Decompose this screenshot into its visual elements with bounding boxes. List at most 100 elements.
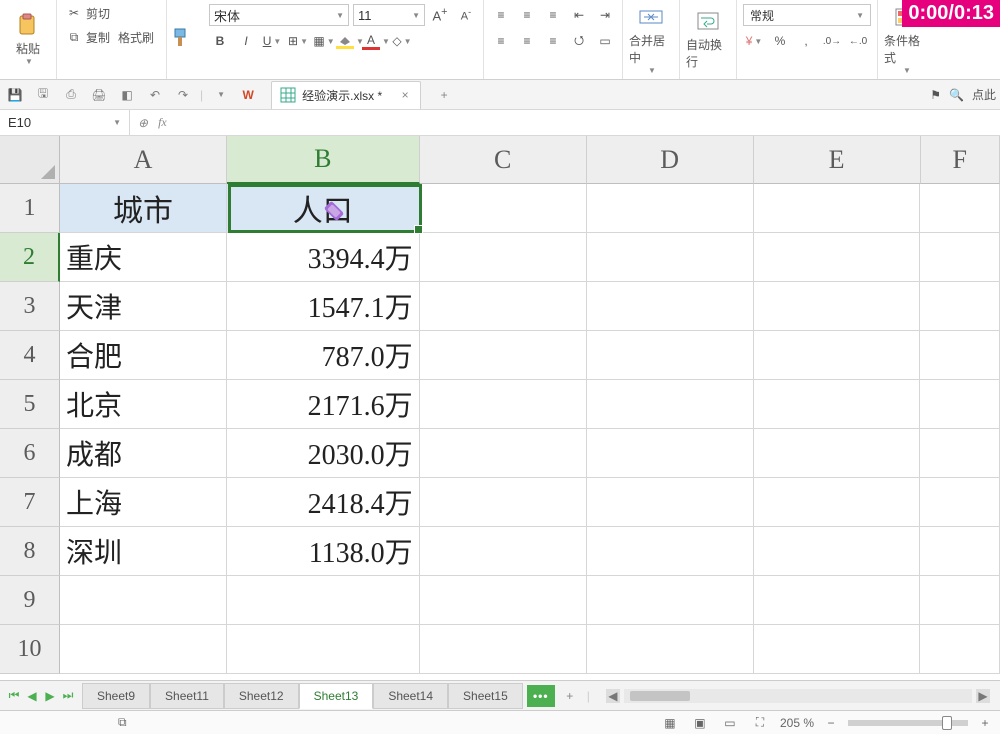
cell-D3[interactable] xyxy=(587,282,754,331)
cell-C2[interactable] xyxy=(420,233,587,282)
cell-D8[interactable] xyxy=(587,527,754,576)
cell-E5[interactable] xyxy=(754,380,921,429)
italic-button[interactable]: I xyxy=(235,30,257,52)
column-header-F[interactable]: F xyxy=(921,136,1000,184)
cell-B7[interactable]: 2418.4万 xyxy=(227,478,420,527)
name-box[interactable]: E10 ▼ xyxy=(0,110,130,135)
align-top-button[interactable]: ≡ xyxy=(490,4,512,26)
cell-F5[interactable] xyxy=(920,380,1000,429)
column-header-A[interactable]: A xyxy=(60,136,227,184)
scroll-thumb[interactable] xyxy=(630,691,690,701)
cell-C6[interactable] xyxy=(420,429,587,478)
cell-C9[interactable] xyxy=(420,576,587,625)
column-header-D[interactable]: D xyxy=(587,136,754,184)
horizontal-scrollbar[interactable]: ◀ ▶ xyxy=(606,687,990,705)
scroll-left-button[interactable]: ◀ xyxy=(606,689,620,703)
align-bottom-button[interactable]: ≡ xyxy=(542,4,564,26)
row-header-5[interactable]: 5 xyxy=(0,380,60,429)
fx-icon[interactable]: fx xyxy=(158,115,167,130)
number-format-select[interactable]: 常规 ▼ xyxy=(743,4,871,26)
cell-B8[interactable]: 1138.0万 xyxy=(227,527,420,576)
cell-E6[interactable] xyxy=(754,429,921,478)
copy-button[interactable]: ⧉ 复制 xyxy=(63,26,112,48)
sheet-add-button[interactable]: + xyxy=(559,685,581,707)
font-size-select[interactable]: 11 ▼ xyxy=(353,4,425,26)
cell-B3[interactable]: 1547.1万 xyxy=(227,282,420,331)
cell-D9[interactable] xyxy=(587,576,754,625)
sheet-nav-first[interactable]: ⏮ xyxy=(6,688,22,704)
increase-decimal-button[interactable]: .0→ xyxy=(821,30,843,52)
cell-E9[interactable] xyxy=(754,576,921,625)
column-header-E[interactable]: E xyxy=(754,136,921,184)
zoom-slider[interactable] xyxy=(848,720,968,726)
print-preview-button[interactable]: ◧ xyxy=(116,84,138,106)
cell-B10[interactable] xyxy=(227,625,420,674)
cell-A4[interactable]: 合肥 xyxy=(60,331,227,380)
cell-E8[interactable] xyxy=(754,527,921,576)
zoom-in-button[interactable]: + xyxy=(978,716,992,730)
export-pdf-button[interactable]: ⎙ xyxy=(60,84,82,106)
cell-F6[interactable] xyxy=(920,429,1000,478)
align-right-button[interactable]: ≡ xyxy=(542,30,564,52)
cell-F10[interactable] xyxy=(920,625,1000,674)
save-button[interactable]: 💾 xyxy=(4,84,26,106)
cell-C10[interactable] xyxy=(420,625,587,674)
cell-F4[interactable] xyxy=(920,331,1000,380)
settings-icon[interactable]: ⚑ xyxy=(930,88,941,102)
currency-button[interactable]: ¥▼ xyxy=(743,30,765,52)
sheet-nav-last[interactable]: ⏭ xyxy=(60,688,76,704)
view-page-button[interactable]: ▣ xyxy=(690,714,710,732)
cell-F2[interactable] xyxy=(920,233,1000,282)
column-header-B[interactable]: B xyxy=(227,136,420,184)
fill-color-button[interactable]: ▼ xyxy=(339,30,361,52)
cell-B9[interactable] xyxy=(227,576,420,625)
decrease-decimal-button[interactable]: ←.0 xyxy=(847,30,869,52)
view-reading-button[interactable]: ▭ xyxy=(720,714,740,732)
align-middle-button[interactable]: ≡ xyxy=(516,4,538,26)
border-button[interactable]: ⊞▼ xyxy=(287,30,309,52)
percent-button[interactable]: % xyxy=(769,30,791,52)
orientation-button[interactable]: ⭯ xyxy=(568,30,590,52)
func-wizard-icon[interactable]: ⊕ xyxy=(138,116,148,130)
row-header-3[interactable]: 3 xyxy=(0,282,60,331)
cell-B2[interactable]: 3394.4万 xyxy=(227,233,420,282)
cell-B1[interactable]: 人口 xyxy=(227,184,420,233)
cell-E4[interactable] xyxy=(754,331,921,380)
indent-increase-button[interactable]: ⇥ xyxy=(594,4,616,26)
cell-A2[interactable]: 重庆 xyxy=(60,233,227,282)
cell-F3[interactable] xyxy=(920,282,1000,331)
customize-qat-button[interactable]: ▼ xyxy=(209,84,231,106)
merge-split-button[interactable]: ▭ xyxy=(594,30,616,52)
cell-E7[interactable] xyxy=(754,478,921,527)
cell-D2[interactable] xyxy=(587,233,754,282)
cell-A5[interactable]: 北京 xyxy=(60,380,227,429)
increase-font-button[interactable]: A+ xyxy=(429,4,451,26)
close-tab-button[interactable]: × xyxy=(398,88,412,102)
clear-format-button[interactable]: ◇▼ xyxy=(391,30,413,52)
sheet-tab-sheet14[interactable]: Sheet14 xyxy=(373,683,448,709)
cell-A10[interactable] xyxy=(60,625,227,674)
undo-button[interactable]: ↶ xyxy=(144,84,166,106)
sheet-tab-sheet9[interactable]: Sheet9 xyxy=(82,683,150,709)
sheet-nav-next[interactable]: ▶ xyxy=(42,688,58,704)
column-header-C[interactable]: C xyxy=(420,136,587,184)
cell-B6[interactable]: 2030.0万 xyxy=(227,429,420,478)
format-painter-button[interactable]: 格式刷 xyxy=(116,26,156,48)
sheet-nav-prev[interactable]: ◀ xyxy=(24,688,40,704)
new-tab-button[interactable]: + xyxy=(433,84,455,106)
row-header-2[interactable]: 2 xyxy=(0,233,60,282)
view-fullscreen-button[interactable]: ⛶ xyxy=(750,714,770,732)
cut-button[interactable]: ✂ 剪切 xyxy=(63,2,160,24)
cell-D6[interactable] xyxy=(587,429,754,478)
font-color-button[interactable]: A▼ xyxy=(365,30,387,52)
cell-E1[interactable] xyxy=(754,184,921,233)
cell-C1[interactable] xyxy=(420,184,587,233)
view-normal-button[interactable]: ▦ xyxy=(660,714,680,732)
cell-D1[interactable] xyxy=(587,184,754,233)
click-here-label[interactable]: 点此 xyxy=(972,86,996,103)
cell-A7[interactable]: 上海 xyxy=(60,478,227,527)
row-header-10[interactable]: 10 xyxy=(0,625,60,674)
spreadsheet-grid[interactable]: ABCDEF 12345678910 城市人口重庆3394.4万天津1547.1… xyxy=(0,136,1000,680)
print-button[interactable]: 🖨 xyxy=(88,84,110,106)
cell-E3[interactable] xyxy=(754,282,921,331)
